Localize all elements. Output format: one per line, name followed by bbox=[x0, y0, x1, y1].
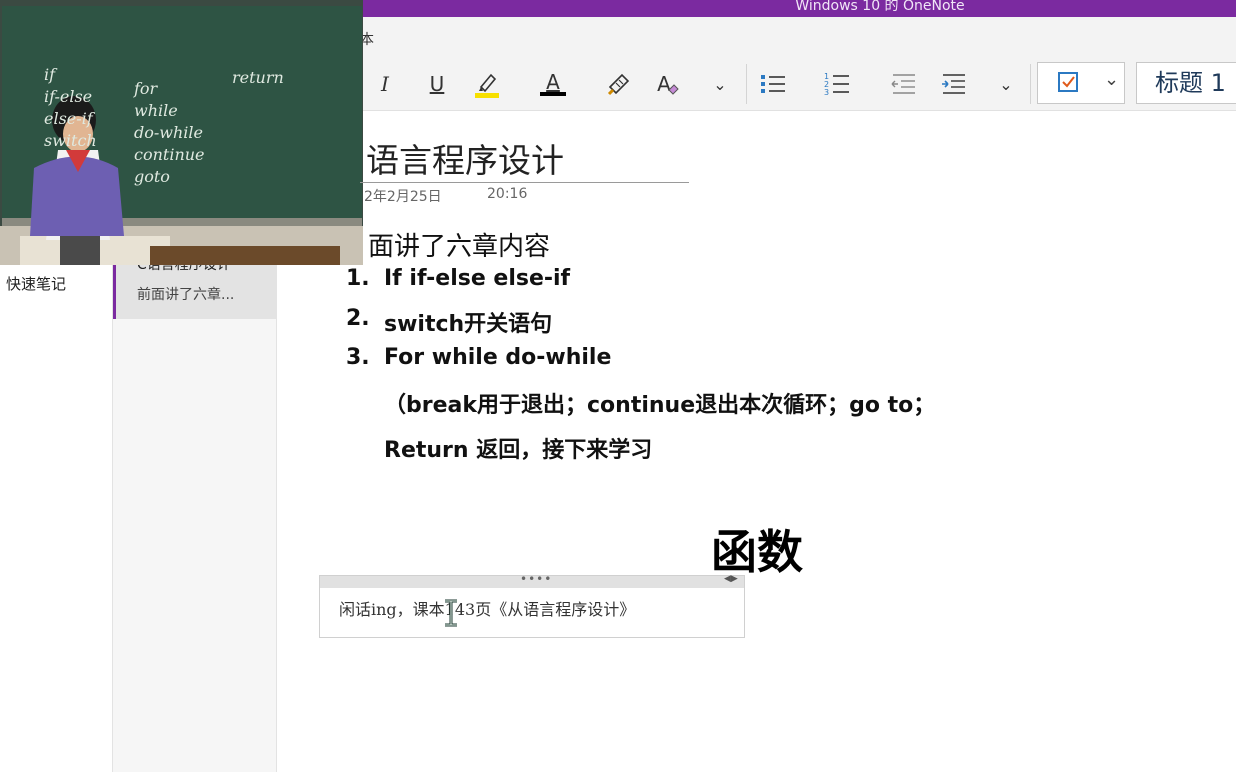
note-line-return[interactable]: Return 返回，接下来学习 bbox=[384, 432, 652, 464]
page-item-preview: 前面讲了六章... bbox=[137, 287, 235, 303]
window-title: Windows 10 的 OneNote bbox=[795, 0, 965, 14]
highlight-button[interactable] bbox=[472, 67, 502, 101]
section-item-quick-notes[interactable]: 快速笔记 bbox=[6, 273, 66, 294]
resize-arrows-icon[interactable]: ◀▶ bbox=[724, 574, 738, 584]
more-format-dropdown[interactable]: ⌄ bbox=[708, 67, 732, 101]
chalkboard-right-text: return bbox=[232, 68, 284, 87]
format-painter-button[interactable] bbox=[604, 67, 634, 101]
more-paragraph-dropdown[interactable]: ⌄ bbox=[994, 67, 1018, 101]
checkbox-tag-icon bbox=[1058, 72, 1078, 92]
drag-handle-icon[interactable]: •••• bbox=[520, 572, 552, 586]
paintbrush-icon bbox=[607, 73, 630, 96]
increase-indent-icon bbox=[942, 74, 965, 94]
numbered-list-icon: 1 2 3 bbox=[824, 72, 849, 97]
eraser-icon bbox=[668, 84, 679, 95]
chevron-down-icon: ⌄ bbox=[1104, 69, 1120, 90]
checkmark-icon bbox=[1062, 76, 1075, 88]
page-title-underline bbox=[360, 182, 689, 183]
page-title[interactable]: 语言程序设计 bbox=[366, 134, 564, 182]
container-text[interactable]: 闲话ing，课本143页《从语言程序设计》 bbox=[339, 596, 635, 620]
font-color-button[interactable]: A bbox=[538, 67, 568, 101]
bullet-list-button[interactable] bbox=[758, 67, 788, 101]
lecture-video-overlay: if if-else else-if switch for while do-w… bbox=[0, 0, 363, 265]
italic-button[interactable]: I bbox=[372, 67, 398, 101]
tag-dropdown[interactable]: ⌄ bbox=[1037, 62, 1125, 104]
highlighter-icon bbox=[475, 73, 499, 98]
chalkboard-middle-text: for while do-while continue goto bbox=[134, 79, 205, 186]
increase-indent-button[interactable] bbox=[938, 67, 968, 101]
clear-formatting-button[interactable]: A bbox=[654, 67, 684, 101]
bullet-list-icon bbox=[761, 75, 785, 93]
decrease-indent-button[interactable] bbox=[888, 67, 918, 101]
font-color-swatch bbox=[540, 92, 566, 96]
page-date: 2年2月25日 bbox=[364, 189, 442, 205]
page-time: 20:16 bbox=[487, 186, 528, 202]
note-container[interactable]: •••• ◀▶ 闲话ing，课本143页《从语言程序设计》 bbox=[319, 572, 745, 638]
style-selector[interactable]: 标题 1 bbox=[1136, 62, 1236, 104]
chalkboard-left-text: if if-else else-if switch bbox=[44, 65, 97, 150]
numbered-list-button[interactable]: 1 2 3 bbox=[822, 67, 852, 101]
svg-text:3: 3 bbox=[824, 88, 829, 97]
toolbar-separator bbox=[1030, 64, 1031, 104]
underline-button[interactable]: U bbox=[424, 67, 450, 101]
container-handle-bar[interactable]: •••• ◀▶ bbox=[320, 572, 744, 588]
note-heading[interactable]: 函数 bbox=[711, 516, 803, 582]
note-line-break-continue[interactable]: （break用于退出；continue退出本次循环；go to； bbox=[384, 387, 935, 419]
decrease-indent-icon bbox=[891, 74, 915, 94]
text-cursor-icon bbox=[445, 599, 457, 627]
toolbar-separator bbox=[746, 64, 747, 104]
note-intro-line[interactable]: 面讲了六章内容 bbox=[368, 226, 550, 263]
